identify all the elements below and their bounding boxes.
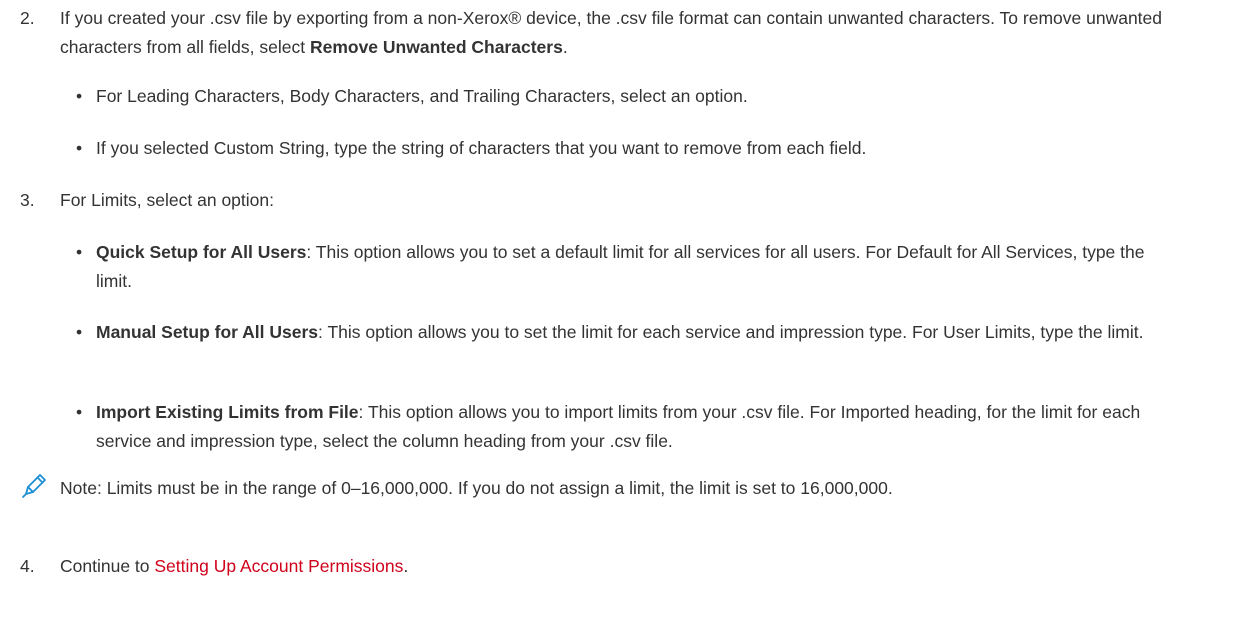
list-item-text: Import Existing Limits from File: This o… (96, 398, 1160, 456)
bullet-icon: • (76, 402, 83, 422)
bullet-icon: • (76, 242, 83, 262)
list-item-text: If you selected Custom String, type the … (96, 138, 867, 158)
bullet-icon: • (76, 86, 83, 106)
list-item-text: Quick Setup for All Users: This option a… (96, 238, 1160, 296)
bullet-icon: • (76, 322, 83, 342)
note-text: Note: Limits must be in the range of 0–1… (60, 478, 893, 498)
list-item-text: For Leading Characters, Body Characters,… (96, 86, 748, 106)
step-number: 4. (20, 556, 35, 576)
list-item-text: Manual Setup for All Users: This option … (96, 318, 1160, 347)
step-number: 2. (20, 8, 35, 28)
document-page: 2. If you created your .csv file by expo… (0, 0, 1238, 617)
step-text-a: If you created your .csv file by exporti… (60, 8, 1163, 57)
bullet-icon: • (76, 138, 83, 158)
bold-option-remove-unwanted-characters: Remove Unwanted Characters (309, 37, 563, 57)
step-text: For Limits, select an option: (60, 190, 274, 210)
bold-option-label: Manual Setup for All Users (96, 322, 319, 342)
setting-up-account-permissions-link[interactable]: Setting Up Account Permissions (154, 556, 403, 576)
step-text-b: . (562, 37, 568, 57)
step-number: 3. (20, 190, 35, 210)
bold-option-label: Import Existing Limits from File (96, 402, 359, 422)
pencil-icon (22, 474, 46, 498)
step-text: If you created your .csv file by exporti… (60, 4, 1220, 62)
step-text-b: . (403, 556, 409, 576)
step-text: Continue to Setting Up Account Permissio… (60, 552, 1220, 581)
option-description: : This option allows you to set the limi… (318, 322, 1144, 342)
step-text-a: Continue to (60, 556, 155, 576)
bold-option-label: Quick Setup for All Users (96, 242, 307, 262)
